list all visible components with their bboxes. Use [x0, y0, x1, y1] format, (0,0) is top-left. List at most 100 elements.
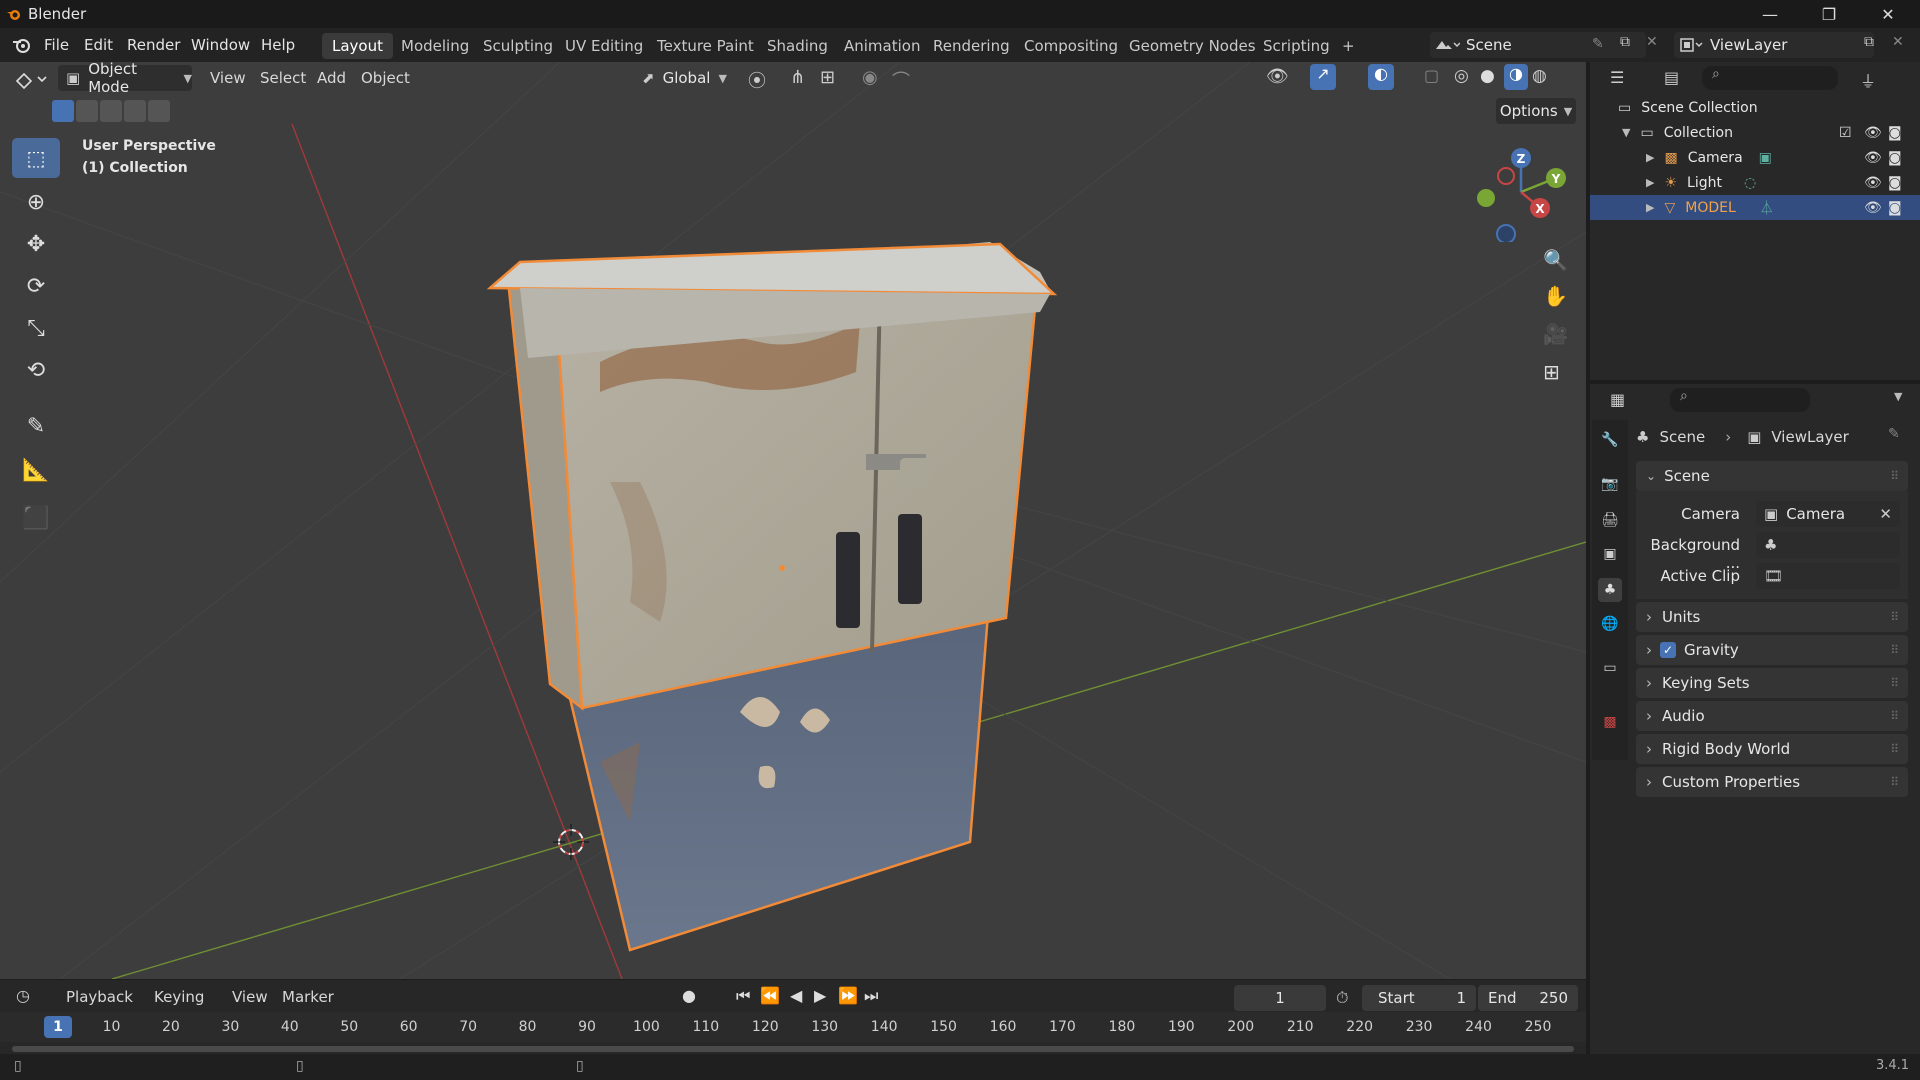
tab-sculpting[interactable]: Sculpting [473, 33, 563, 59]
tab-animation[interactable]: Animation [834, 33, 930, 59]
next-keyframe-icon[interactable]: ⏩ [838, 986, 858, 1005]
transform-orientation-dropdown[interactable]: ⬈ Global ▼ [638, 65, 734, 91]
viewport-menu-view[interactable]: View [210, 69, 246, 87]
3d-viewport[interactable]: ▣ Object Mode ▼ View Select Add Object ⬈… [0, 60, 1586, 979]
drag-handle-icon[interactable]: ⠿ [1890, 643, 1900, 657]
camera-view-icon[interactable]: 🎥 [1543, 322, 1568, 346]
menu-file[interactable]: File [44, 36, 69, 54]
outliner-row-collection[interactable]: ▼ ▭ Collection ☑ 👁 ◙ [1590, 120, 1920, 145]
snap-icon[interactable]: ⋔ [790, 67, 805, 88]
eye-icon[interactable]: 👁 [1864, 125, 1882, 141]
tab-scripting[interactable]: Scripting [1253, 33, 1340, 59]
annotate-tool[interactable]: ✎ [12, 406, 60, 446]
delete-viewlayer-icon[interactable]: ✕ [1892, 34, 1904, 50]
rotate-tool[interactable]: ⟳ [12, 266, 60, 306]
render-camera-icon[interactable]: ◙ [1888, 150, 1902, 166]
outliner-search-input[interactable]: ⌕ [1702, 66, 1838, 90]
tool-tab-icon[interactable]: 🔧 [1598, 428, 1622, 452]
render-camera-icon[interactable]: ◙ [1888, 175, 1902, 191]
material-shading-icon[interactable]: ◑ [1504, 64, 1528, 90]
drag-handle-icon[interactable]: ⠿ [1890, 469, 1900, 483]
select-box-tool[interactable]: ⬚ [12, 138, 60, 178]
play-reverse-icon[interactable]: ◀ [790, 986, 802, 1005]
tab-shading[interactable]: Shading [757, 33, 838, 59]
navigation-gizmo[interactable]: Z Y X [1466, 142, 1566, 242]
menu-window[interactable]: Window [191, 36, 250, 54]
background-scene-field[interactable]: ♣ [1756, 532, 1900, 558]
gravity-checkbox[interactable]: ✓ [1660, 642, 1676, 658]
camera-field[interactable]: ▣ Camera ✕ [1756, 501, 1900, 527]
solid-shading-icon[interactable]: ● [1480, 66, 1495, 86]
outliner-row-model[interactable]: ▶ ▽ MODEL ⏃ 👁 ◙ [1590, 195, 1920, 220]
grid-toggle-icon[interactable]: ⊞ [1543, 360, 1560, 384]
pin-icon[interactable]: ✎ [1592, 36, 1604, 52]
scene-selector[interactable]: Scene [1430, 32, 1646, 58]
panel-gravity[interactable]: › ✓ Gravity ⠿ [1636, 635, 1908, 665]
viewport-menu-add[interactable]: Add [317, 69, 346, 87]
tab-layout[interactable]: Layout [322, 33, 393, 59]
panel-keying-sets[interactable]: › Keying Sets ⠿ [1636, 668, 1908, 698]
timeline-type-icon[interactable]: ◷ [16, 986, 30, 1005]
start-frame-field[interactable]: Start 1 [1362, 985, 1476, 1011]
display-mode-icon[interactable]: ▤ [1664, 68, 1679, 87]
output-tab-icon[interactable]: 🖨 [1598, 508, 1622, 532]
panel-audio[interactable]: › Audio ⠿ [1636, 701, 1908, 731]
outliner-row-light[interactable]: ▶ ☀ Light ◌ 👁 ◙ [1590, 170, 1920, 195]
pan-hand-icon[interactable]: ✋ [1543, 284, 1568, 308]
new-viewlayer-icon[interactable]: ⧉ [1864, 34, 1874, 50]
transform-tool[interactable]: ⟲ [12, 350, 60, 390]
drag-handle-icon[interactable]: ⠿ [1890, 676, 1900, 690]
view-layer-tab-icon[interactable]: ▣ [1598, 542, 1622, 566]
panel-custom-properties[interactable]: › Custom Properties ⠿ [1636, 767, 1908, 797]
record-icon[interactable]: ● [682, 986, 696, 1005]
jump-end-icon[interactable]: ⏭ [864, 986, 878, 1006]
tab-geometry-nodes[interactable]: Geometry Nodes [1119, 33, 1266, 59]
minimize-button[interactable]: — [1744, 0, 1796, 28]
eye-icon[interactable]: 👁 [1864, 175, 1882, 191]
play-icon[interactable]: ▶ [814, 986, 826, 1005]
menu-help[interactable]: Help [261, 36, 295, 54]
panel-scene-header[interactable]: ⌄ Scene ⠿ [1636, 461, 1908, 491]
overlay-toggle-icon[interactable]: ◐ [1368, 64, 1394, 90]
collection-tab-icon[interactable]: ▭ [1598, 656, 1622, 680]
clear-icon[interactable]: ✕ [1879, 505, 1892, 523]
xray-icon[interactable]: ▢ [1424, 66, 1439, 85]
maximize-button[interactable]: ❐ [1803, 0, 1855, 28]
world-tab-icon[interactable]: 🌐 [1598, 612, 1622, 636]
delete-scene-icon[interactable]: ✕ [1646, 34, 1658, 50]
viewport-menu-object[interactable]: Object [361, 69, 410, 87]
timeline-scrollbar[interactable] [12, 1046, 1574, 1052]
timeline-menu-keying[interactable]: Keying [154, 988, 204, 1006]
stopwatch-icon[interactable]: ⏱ [1336, 988, 1348, 1008]
timeline-menu-playback[interactable]: Playback [66, 988, 133, 1006]
prev-keyframe-icon[interactable]: ⏪ [760, 986, 780, 1005]
blender-menu-icon[interactable] [12, 36, 32, 54]
eye-icon[interactable]: 👁 [1864, 200, 1882, 216]
options-dropdown[interactable]: Options ▼ [1496, 98, 1576, 124]
pivot-icon[interactable]: ⦿ [748, 67, 766, 93]
jump-start-icon[interactable]: ⏮ [736, 986, 750, 1006]
eye-icon[interactable]: 👁 [1864, 150, 1882, 166]
outliner-row-camera[interactable]: ▶ ▩ Camera ▣ 👁 ◙ [1590, 145, 1920, 170]
snap-target-icon[interactable]: ⊞ [820, 67, 835, 88]
tab-compositing[interactable]: Compositing [1014, 33, 1128, 59]
select-invert-icon[interactable] [124, 100, 146, 122]
falloff-icon[interactable]: ⌒ [892, 67, 910, 93]
close-button[interactable]: ✕ [1862, 0, 1914, 28]
render-camera-icon[interactable]: ◙ [1888, 200, 1902, 216]
rendered-shading-icon[interactable]: ◍ [1532, 66, 1547, 86]
drag-handle-icon[interactable]: ⠿ [1890, 610, 1900, 624]
active-clip-field[interactable]: 🎞 [1756, 563, 1900, 589]
select-new-icon[interactable] [52, 100, 74, 122]
add-cube-tool[interactable]: ⬛ [12, 498, 60, 538]
timeline-menu-marker[interactable]: Marker [282, 988, 334, 1006]
render-camera-icon[interactable]: ◙ [1888, 125, 1902, 141]
scene-tab-icon[interactable]: ♣ [1598, 578, 1622, 602]
visibility-icon[interactable]: 👁 [1266, 66, 1289, 87]
wireframe-shading-icon[interactable]: ◎ [1454, 66, 1469, 86]
chevron-down-icon[interactable]: ▼ [1894, 390, 1902, 403]
gizmo-toggle-icon[interactable]: ↗ [1310, 64, 1336, 90]
zoom-icon[interactable]: 🔍 [1543, 248, 1568, 272]
panel-units[interactable]: › Units ⠿ [1636, 602, 1908, 632]
scale-tool[interactable]: ⤡ [12, 308, 60, 348]
